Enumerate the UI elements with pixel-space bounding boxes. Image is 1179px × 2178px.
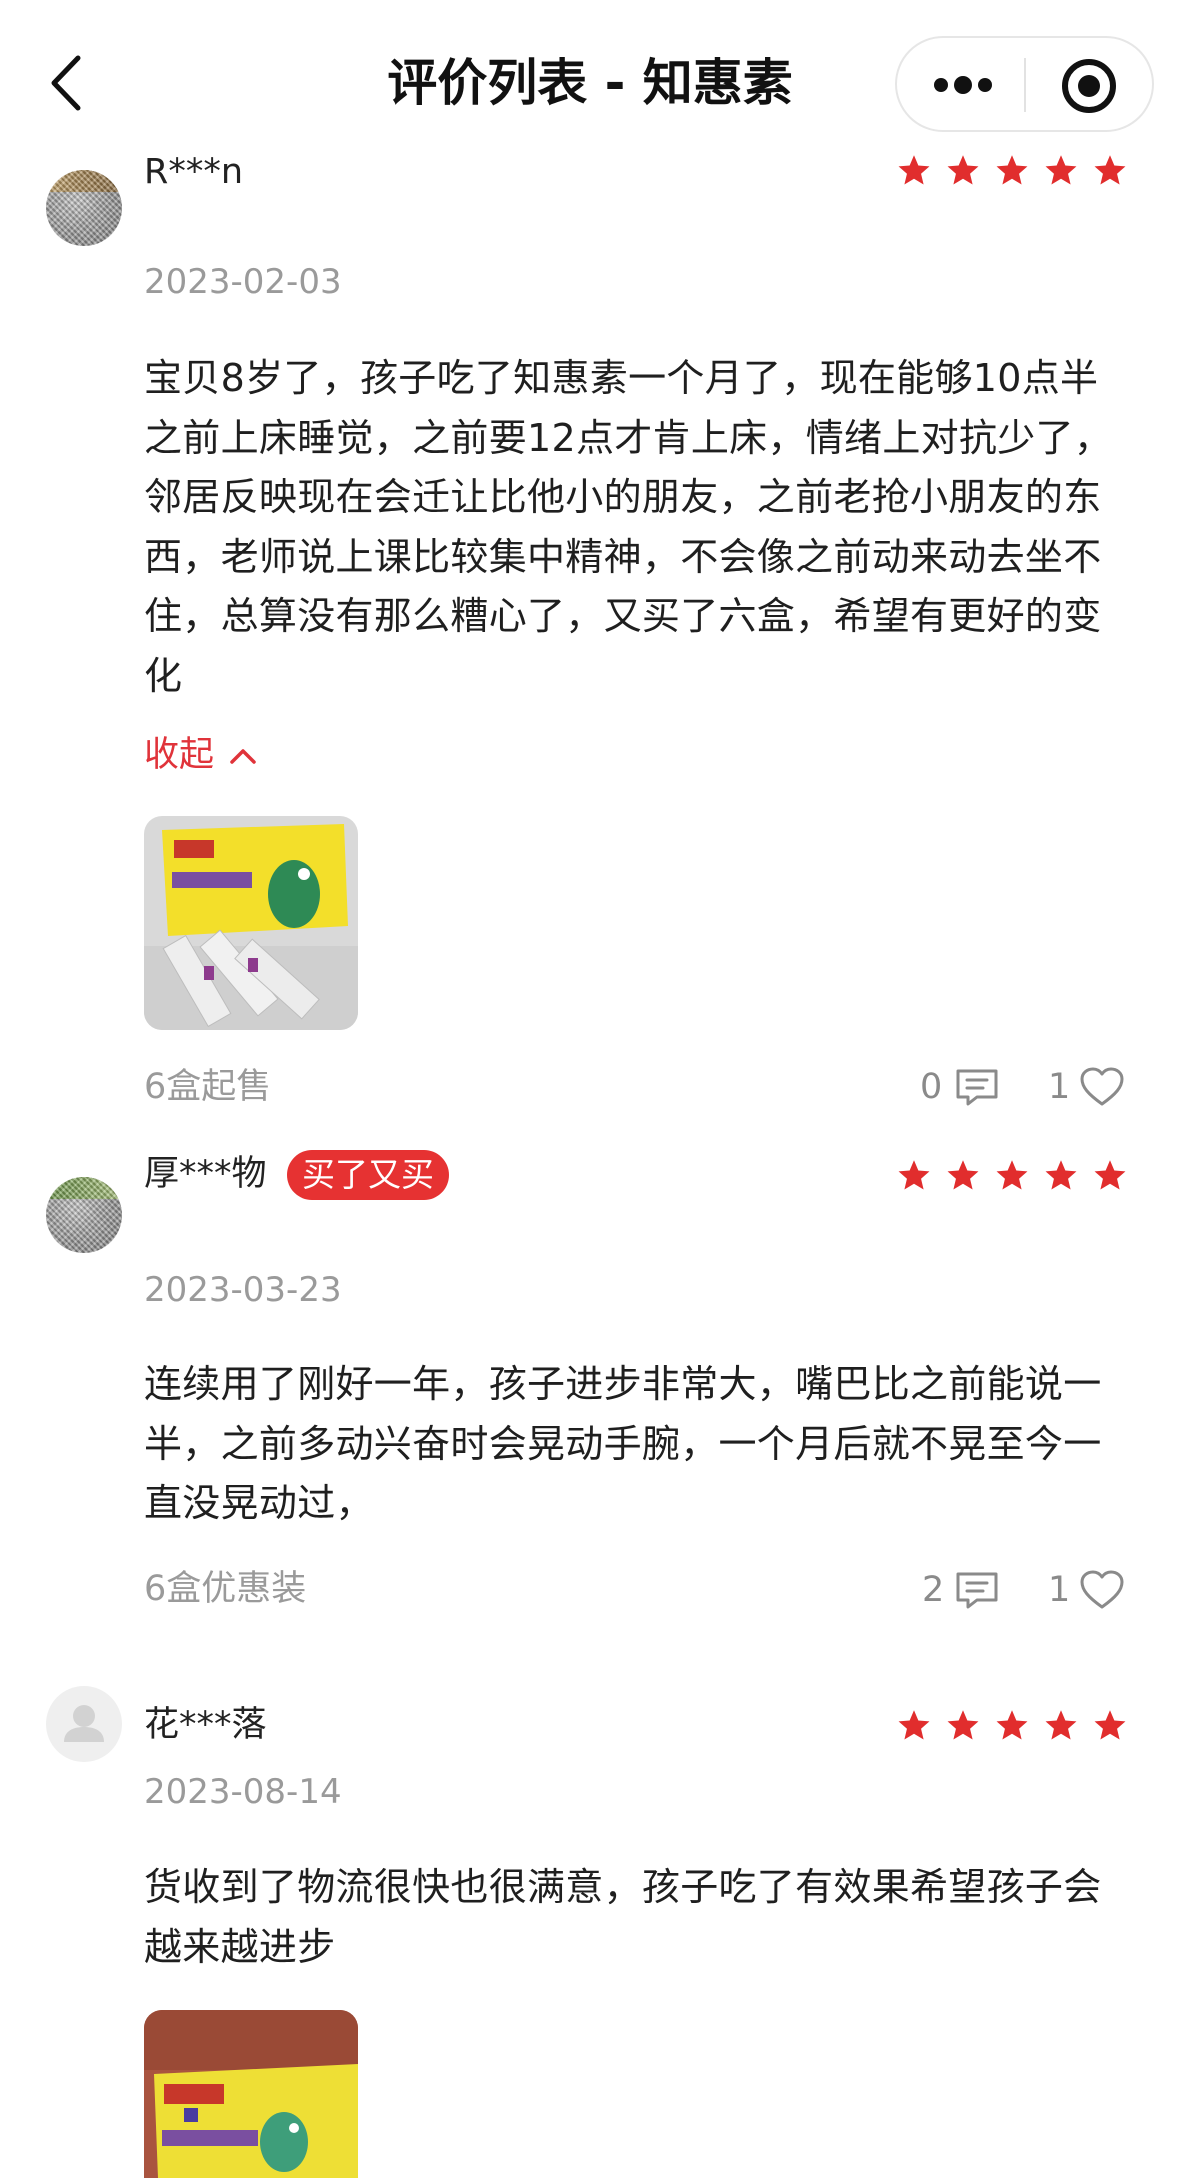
header-bar: 评价列表 - 知惠素: [0, 0, 1179, 165]
comment-icon[interactable]: [953, 1569, 1001, 1611]
star-icon: [1094, 1160, 1126, 1190]
star-icon: [1045, 1710, 1077, 1740]
review-content: 宝贝8岁了，孩子吃了知惠素一个月了，现在能够10点半之前上床睡觉，之前要12点才…: [144, 356, 1113, 698]
chevron-up-icon: [230, 749, 256, 764]
more-dots-icon: [934, 76, 992, 94]
capsule-divider: [1024, 58, 1026, 112]
heart-icon[interactable]: [1078, 1569, 1126, 1611]
star-icon: [1094, 155, 1126, 185]
star-icon: [947, 1160, 979, 1190]
mini-program-capsule: [895, 36, 1154, 132]
collapse-label: 收起: [144, 735, 215, 775]
product-photo-image: [144, 2010, 358, 2178]
star-icon: [996, 1160, 1028, 1190]
review-photo[interactable]: [144, 816, 358, 1030]
rating-stars: [896, 1158, 1128, 1198]
avatar-blur: [46, 1177, 122, 1253]
product-spec: 6盒优惠装: [144, 1569, 307, 1609]
review-actions: 2 1: [900, 1566, 1140, 1616]
back-button[interactable]: [44, 52, 92, 114]
collapse-toggle[interactable]: 收起: [144, 733, 258, 777]
product-photo-image: [144, 816, 358, 1030]
review-date: 2023-08-14: [144, 1772, 342, 1812]
star-icon: [1045, 1160, 1077, 1190]
like-count: 1: [1048, 1570, 1071, 1610]
heart-icon[interactable]: [1078, 1066, 1126, 1108]
star-icon: [898, 1160, 930, 1190]
star-icon: [947, 1710, 979, 1740]
repurchase-badge: 买了又买: [287, 1150, 449, 1200]
avatar-blur: [46, 170, 122, 246]
review-date: 2023-03-23: [144, 1270, 342, 1310]
rating-stars: [896, 153, 1128, 193]
comment-count: 0: [920, 1067, 943, 1107]
review-content: 连续用了刚好一年，孩子进步非常大，嘴巴比之前能说一半，之前多动兴奋时会晃动手腕，…: [144, 1362, 1102, 1525]
avatar[interactable]: [46, 1177, 122, 1253]
star-icon: [947, 155, 979, 185]
star-icon: [1094, 1710, 1126, 1740]
like-count: 1: [1048, 1067, 1071, 1107]
reviewer-name: 花***落: [144, 1705, 267, 1745]
review-date: 2023-02-03: [144, 262, 342, 302]
more-button[interactable]: [927, 60, 999, 110]
chevron-left-icon: [51, 55, 81, 111]
star-icon: [1045, 155, 1077, 185]
avatar[interactable]: [46, 1686, 122, 1762]
reviewer-name: R***n: [144, 152, 244, 192]
default-user-icon: [64, 1705, 104, 1742]
product-spec: 6盒起售: [144, 1067, 272, 1107]
comment-icon[interactable]: [953, 1066, 1001, 1108]
rating-stars: [896, 1708, 1128, 1748]
star-icon: [898, 1710, 930, 1740]
close-mini-program-button[interactable]: [1059, 56, 1119, 116]
avatar[interactable]: [46, 170, 122, 246]
star-icon: [996, 1710, 1028, 1740]
review-list-page: 评价列表 - 知惠素 R***n 2023-02-03 宝贝8岁了，孩子吃了知惠…: [0, 0, 1179, 2178]
reviewer-name: 厚***物: [144, 1154, 267, 1194]
target-icon: [1062, 59, 1116, 113]
comment-count: 2: [922, 1570, 945, 1610]
review-content: 货收到了物流很快也很满意，孩子吃了有效果希望孩子会越来越进步: [144, 1865, 1102, 1969]
star-icon: [898, 155, 930, 185]
page-title: 评价列表 - 知惠素: [387, 54, 793, 112]
review-actions: 0 1: [900, 1063, 1140, 1113]
review-photo[interactable]: [144, 2010, 358, 2178]
star-icon: [996, 155, 1028, 185]
